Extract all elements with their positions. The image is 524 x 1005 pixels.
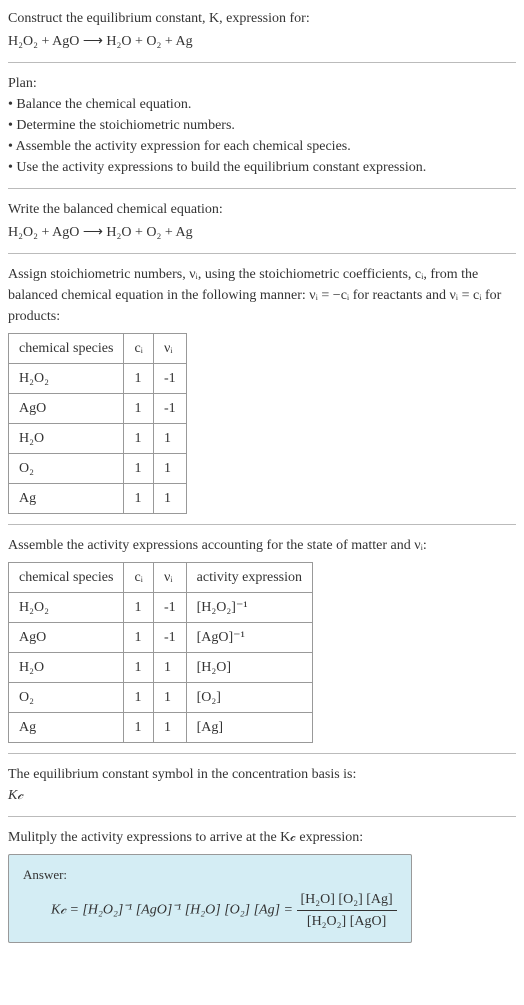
cell-c: 1 — [124, 424, 154, 454]
cell-species: H₂O — [9, 424, 124, 454]
col-header: activity expression — [186, 563, 312, 593]
plan-heading: Plan: — [8, 73, 516, 94]
cell-species: AgO — [9, 394, 124, 424]
cell-species: Ag — [9, 713, 124, 743]
cell-c: 1 — [124, 593, 154, 623]
stoich-table: chemical species cᵢ νᵢ H₂O₂ 1 -1 AgO 1 -… — [8, 333, 187, 514]
multiply-section: Mulitply the activity expressions to arr… — [8, 827, 516, 943]
plan-item: Determine the stoichiometric numbers. — [8, 115, 516, 136]
col-header: νᵢ — [153, 334, 186, 364]
table-header-row: chemical species cᵢ νᵢ activity expressi… — [9, 563, 313, 593]
cell-v: -1 — [153, 623, 186, 653]
balanced-section: Write the balanced chemical equation: H₂… — [8, 199, 516, 243]
answer-expression: K𝒸 = [H₂O₂]⁻¹ [AgO]⁻¹ [H₂O] [O₂] [Ag] = … — [23, 889, 397, 932]
table-row: H₂O₂ 1 -1 — [9, 364, 187, 394]
divider — [8, 753, 516, 754]
cell-expr: [H₂O₂]⁻¹ — [186, 593, 312, 623]
symbol-kc: K𝒸 — [8, 785, 516, 806]
plan-item: Assemble the activity expression for eac… — [8, 136, 516, 157]
cell-v: 1 — [153, 713, 186, 743]
col-header: νᵢ — [153, 563, 186, 593]
table-row: O₂ 1 1 — [9, 454, 187, 484]
cell-c: 1 — [124, 653, 154, 683]
cell-v: 1 — [153, 653, 186, 683]
table-row: H₂O₂ 1 -1 [H₂O₂]⁻¹ — [9, 593, 313, 623]
activity-heading: Assemble the activity expressions accoun… — [8, 535, 516, 556]
answer-label: Answer: — [23, 865, 397, 885]
table-row: Ag 1 1 [Ag] — [9, 713, 313, 743]
stoich-section: Assign stoichiometric numbers, νᵢ, using… — [8, 264, 516, 514]
cell-expr: [AgO]⁻¹ — [186, 623, 312, 653]
cell-c: 1 — [124, 623, 154, 653]
divider — [8, 188, 516, 189]
intro-equation: H₂O₂ + AgO ⟶ H₂O + O₂ + Ag — [8, 31, 516, 52]
fraction-numerator: [H₂O] [O₂] [Ag] — [297, 889, 397, 911]
cell-expr: [H₂O] — [186, 653, 312, 683]
balanced-equation: H₂O₂ + AgO ⟶ H₂O + O₂ + Ag — [8, 222, 516, 243]
cell-v: 1 — [153, 683, 186, 713]
balanced-heading: Write the balanced chemical equation: — [8, 199, 516, 220]
cell-species: H₂O — [9, 653, 124, 683]
cell-c: 1 — [124, 713, 154, 743]
cell-expr: [O₂] — [186, 683, 312, 713]
cell-species: AgO — [9, 623, 124, 653]
answer-lhs: K𝒸 = [H₂O₂]⁻¹ [AgO]⁻¹ [H₂O] [O₂] [Ag] = — [51, 902, 297, 917]
cell-species: O₂ — [9, 683, 124, 713]
table-row: AgO 1 -1 — [9, 394, 187, 424]
cell-c: 1 — [124, 394, 154, 424]
cell-v: -1 — [153, 394, 186, 424]
table-row: Ag 1 1 — [9, 484, 187, 514]
cell-c: 1 — [124, 364, 154, 394]
symbol-line1: The equilibrium constant symbol in the c… — [8, 764, 516, 785]
answer-fraction: [H₂O] [O₂] [Ag] [H₂O₂] [AgO] — [297, 889, 397, 932]
cell-v: 1 — [153, 424, 186, 454]
col-header: cᵢ — [124, 334, 154, 364]
activity-section: Assemble the activity expressions accoun… — [8, 535, 516, 743]
stoich-heading: Assign stoichiometric numbers, νᵢ, using… — [8, 264, 516, 327]
answer-box: Answer: K𝒸 = [H₂O₂]⁻¹ [AgO]⁻¹ [H₂O] [O₂]… — [8, 854, 412, 943]
cell-species: Ag — [9, 484, 124, 514]
intro-section: Construct the equilibrium constant, K, e… — [8, 8, 516, 52]
cell-species: O₂ — [9, 454, 124, 484]
cell-c: 1 — [124, 454, 154, 484]
cell-expr: [Ag] — [186, 713, 312, 743]
multiply-heading: Mulitply the activity expressions to arr… — [8, 827, 516, 848]
intro-line1: Construct the equilibrium constant, K, e… — [8, 8, 516, 29]
plan-item: Use the activity expressions to build th… — [8, 157, 516, 178]
divider — [8, 816, 516, 817]
plan-item: Balance the chemical equation. — [8, 94, 516, 115]
cell-c: 1 — [124, 683, 154, 713]
cell-v: 1 — [153, 484, 186, 514]
col-header: chemical species — [9, 563, 124, 593]
cell-c: 1 — [124, 484, 154, 514]
col-header: cᵢ — [124, 563, 154, 593]
divider — [8, 253, 516, 254]
divider — [8, 524, 516, 525]
plan-list: Balance the chemical equation. Determine… — [8, 94, 516, 178]
cell-v: -1 — [153, 593, 186, 623]
col-header: chemical species — [9, 334, 124, 364]
cell-v: 1 — [153, 454, 186, 484]
table-row: O₂ 1 1 [O₂] — [9, 683, 313, 713]
activity-table: chemical species cᵢ νᵢ activity expressi… — [8, 562, 313, 743]
divider — [8, 62, 516, 63]
symbol-section: The equilibrium constant symbol in the c… — [8, 764, 516, 806]
plan-section: Plan: Balance the chemical equation. Det… — [8, 73, 516, 178]
fraction-denominator: [H₂O₂] [AgO] — [297, 911, 397, 932]
cell-v: -1 — [153, 364, 186, 394]
cell-species: H₂O₂ — [9, 593, 124, 623]
table-row: AgO 1 -1 [AgO]⁻¹ — [9, 623, 313, 653]
table-header-row: chemical species cᵢ νᵢ — [9, 334, 187, 364]
cell-species: H₂O₂ — [9, 364, 124, 394]
table-row: H₂O 1 1 [H₂O] — [9, 653, 313, 683]
table-row: H₂O 1 1 — [9, 424, 187, 454]
